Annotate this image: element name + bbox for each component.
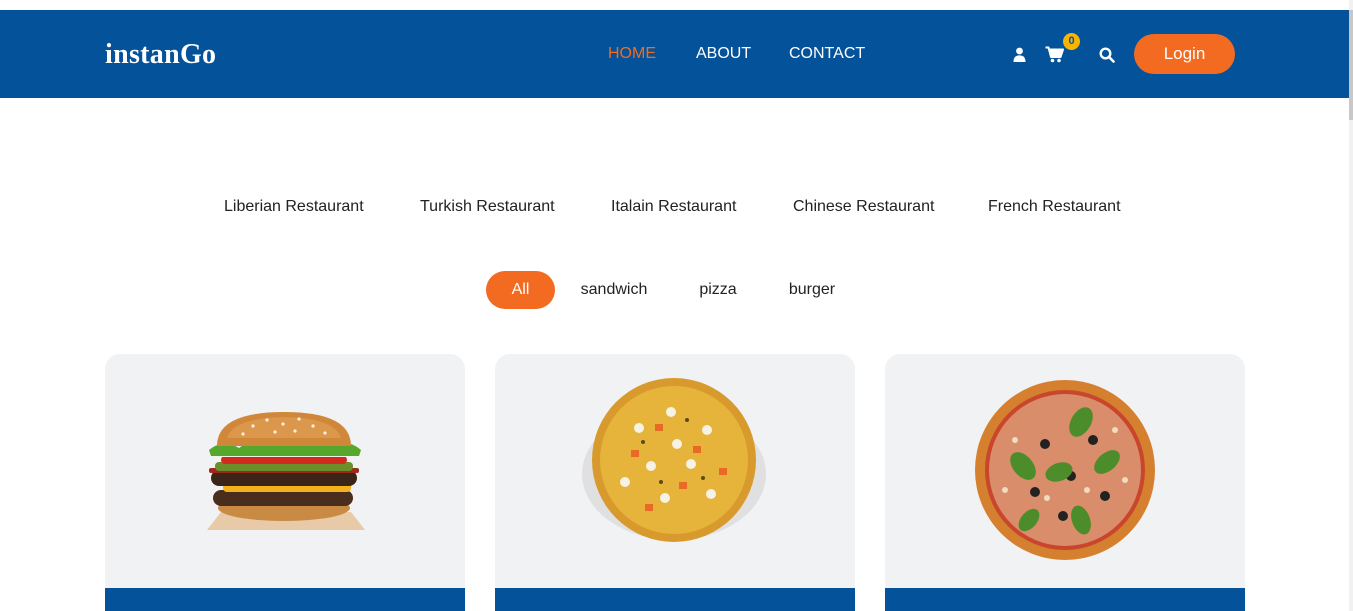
burger-image [207,412,365,530]
restaurant-tab-french[interactable]: French Restaurant [988,198,1121,216]
cart-count-badge: 0 [1063,33,1080,50]
search-icon[interactable] [1099,47,1115,68]
food-card[interactable] [105,354,465,611]
scrollbar-thumb[interactable] [1349,10,1353,120]
nav-about[interactable]: ABOUT [696,45,751,63]
pizza-image [975,380,1155,560]
filter-all[interactable]: All [486,271,555,309]
restaurant-tab-italian[interactable]: Italain Restaurant [611,198,736,216]
card-footer [885,588,1245,611]
user-icon[interactable] [1013,47,1026,67]
food-card[interactable] [495,354,855,611]
nav-home[interactable]: HOME [608,45,656,63]
filter-burger[interactable]: burger [782,271,842,309]
login-button[interactable]: Login [1134,34,1235,74]
site-header: instanGo HOME ABOUT CONTACT 0 Login [0,10,1349,98]
restaurant-tab-chinese[interactable]: Chinese Restaurant [793,198,934,216]
filter-sandwich[interactable]: sandwich [574,271,654,309]
card-footer [495,588,855,611]
filter-pizza[interactable]: pizza [693,271,743,309]
nav-contact[interactable]: CONTACT [789,45,865,63]
card-footer [105,588,465,611]
food-card[interactable] [885,354,1245,611]
restaurant-tab-turkish[interactable]: Turkish Restaurant [420,198,555,216]
brand-logo[interactable]: instanGo [105,39,216,71]
restaurant-tab-liberian[interactable]: Liberian Restaurant [224,198,364,216]
pizza-image [582,378,766,542]
cart-icon[interactable] [1045,46,1064,68]
window-top-strip [0,0,1353,10]
page-scrollbar[interactable] [1349,0,1353,611]
